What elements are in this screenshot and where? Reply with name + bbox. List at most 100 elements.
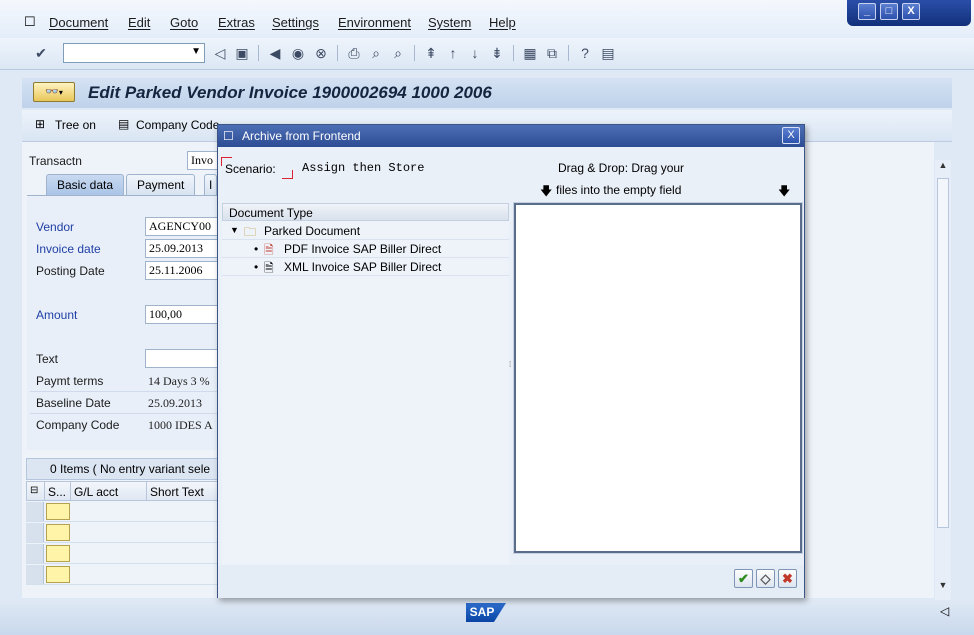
dialog-close-button[interactable]: X bbox=[782, 127, 800, 144]
tab-basic-data[interactable]: Basic data bbox=[46, 174, 125, 196]
tree-item-pdf-invoice[interactable]: • 🗎 PDF Invoice SAP Biller Direct bbox=[222, 240, 509, 258]
find-icon[interactable]: ⌕ bbox=[367, 44, 385, 62]
glasses-icon: 👓 bbox=[45, 86, 59, 98]
save-icon[interactable]: ▣ bbox=[233, 44, 251, 62]
dialog-footer bbox=[218, 565, 804, 598]
cancel-icon[interactable]: ⊗ bbox=[312, 44, 330, 62]
last-page-icon[interactable]: ⇟ bbox=[488, 44, 506, 62]
menu-system[interactable]: System bbox=[428, 15, 471, 30]
pane-splitter[interactable]: ⁞ bbox=[509, 203, 513, 595]
menu-edit[interactable]: Edit bbox=[128, 15, 150, 30]
previous-page-icon[interactable]: ↑ bbox=[444, 44, 462, 62]
toolbar-separator bbox=[337, 45, 338, 61]
row-selector[interactable] bbox=[26, 544, 44, 563]
row-divider bbox=[30, 413, 220, 414]
row-selector[interactable] bbox=[26, 523, 44, 542]
scenario-label: Scenario: bbox=[220, 156, 294, 180]
toolbar-separator bbox=[258, 45, 259, 61]
scroll-up-icon[interactable]: ▲ bbox=[935, 160, 951, 174]
row-status-cell[interactable] bbox=[46, 503, 70, 520]
shortcut-icon[interactable]: ⧉ bbox=[543, 44, 561, 62]
maximize-button[interactable]: □ bbox=[880, 3, 898, 20]
exit-icon[interactable]: ◉ bbox=[289, 44, 307, 62]
expand-triangle-icon[interactable]: ▼ bbox=[230, 225, 239, 235]
table-row[interactable] bbox=[26, 565, 220, 585]
table-row[interactable] bbox=[26, 523, 220, 543]
command-field[interactable]: ▼ bbox=[63, 43, 205, 63]
row-status-cell[interactable] bbox=[46, 524, 70, 541]
posting-date-field[interactable]: 25.11.2006 bbox=[145, 261, 220, 280]
tab-payment[interactable]: Payment bbox=[126, 174, 196, 196]
invoice-date-field[interactable]: 25.09.2013 bbox=[145, 239, 220, 258]
scroll-down-icon[interactable]: ▼ bbox=[935, 580, 951, 594]
menu-help[interactable]: Help bbox=[489, 15, 516, 30]
page-title: Edit Parked Vendor Invoice 1900002694 10… bbox=[88, 83, 492, 102]
row-selector[interactable] bbox=[26, 502, 44, 521]
chevron-down-icon: ▾ bbox=[58, 88, 63, 97]
clear-button[interactable]: ◇ bbox=[756, 569, 775, 588]
amount-label: Amount bbox=[36, 308, 78, 322]
posting-date-label: Posting Date bbox=[36, 264, 105, 278]
menu-settings[interactable]: Settings bbox=[272, 15, 319, 30]
row-divider bbox=[30, 391, 220, 392]
invoice-date-label: Invoice date bbox=[36, 242, 101, 256]
row-status-cell[interactable] bbox=[46, 545, 70, 562]
company-code-button[interactable]: Company Code bbox=[136, 118, 219, 132]
amount-field[interactable]: 100,00 bbox=[145, 305, 220, 324]
menu-extras[interactable]: Extras bbox=[218, 15, 255, 30]
vendor-field[interactable]: AGENCY00 bbox=[145, 217, 220, 236]
grid-col-short-text[interactable]: Short Text bbox=[147, 482, 221, 501]
chevron-down-icon[interactable]: ▼ bbox=[191, 46, 201, 57]
document-file-icon: 🗎 bbox=[264, 261, 274, 275]
cancel-button[interactable]: ✖ bbox=[778, 569, 797, 588]
window-controls: _ □ X bbox=[847, 0, 971, 26]
tree-item-label: PDF Invoice SAP Biller Direct bbox=[284, 242, 442, 256]
tab-details[interactable]: I bbox=[204, 174, 218, 196]
close-window-button[interactable]: X bbox=[902, 3, 920, 20]
grid-col-gl-account[interactable]: G/L acct bbox=[71, 482, 147, 501]
items-grid-header: ⊟ S... G/L acct Short Text bbox=[26, 481, 220, 501]
help-icon[interactable]: ? bbox=[576, 44, 594, 62]
layout-menu-icon[interactable]: ▤ bbox=[599, 44, 617, 62]
text-field[interactable] bbox=[145, 349, 220, 368]
drag-drop-instruction-2: files into the empty field bbox=[556, 183, 682, 197]
file-drop-zone[interactable] bbox=[513, 202, 803, 554]
grid-settings-icon[interactable]: ⊟ bbox=[27, 482, 45, 501]
scroll-thumb[interactable] bbox=[937, 178, 949, 528]
enter-icon[interactable]: ✔ bbox=[32, 44, 50, 62]
menu-goto[interactable]: Goto bbox=[170, 15, 198, 30]
row-selector[interactable] bbox=[26, 565, 44, 584]
new-session-icon[interactable]: ▦ bbox=[521, 44, 539, 62]
tree-item-xml-invoice[interactable]: • 🗎 XML Invoice SAP Biller Direct bbox=[222, 258, 509, 276]
document-type-header[interactable]: Document Type bbox=[222, 203, 509, 221]
grid-col-status[interactable]: S... bbox=[45, 482, 71, 501]
table-row[interactable] bbox=[26, 544, 220, 564]
tree-folder-parked-document[interactable]: ▼ 🗀 Parked Document bbox=[222, 222, 509, 240]
status-collapse-icon[interactable]: ◁ bbox=[940, 604, 949, 618]
row-status-cell[interactable] bbox=[46, 566, 70, 583]
splitter-grip-icon[interactable]: ⁞ bbox=[509, 361, 511, 369]
vertical-scrollbar[interactable]: ▲ ▼ bbox=[935, 160, 951, 600]
back-icon[interactable]: ◀ bbox=[266, 44, 284, 62]
drag-drop-instruction: Drag & Drop: Drag your bbox=[558, 161, 685, 175]
company-code-value: 1000 IDES A bbox=[148, 418, 213, 432]
menu-environment[interactable]: Environment bbox=[338, 15, 411, 30]
menu-document[interactable]: Document bbox=[49, 15, 108, 30]
confirm-button[interactable]: ✔ bbox=[734, 569, 753, 588]
table-row[interactable] bbox=[26, 502, 220, 522]
tree-folder-label: Parked Document bbox=[264, 224, 361, 238]
title-menu-button[interactable]: 👓▾ bbox=[33, 82, 75, 102]
first-page-icon[interactable]: ⇞ bbox=[422, 44, 440, 62]
menu-app-icon[interactable]: ☐ bbox=[24, 14, 36, 30]
text-label: Text bbox=[36, 352, 59, 366]
back-arrow-icon[interactable]: ◁ bbox=[211, 44, 229, 62]
find-next-icon[interactable]: ⌕ bbox=[389, 44, 407, 62]
menu-bar: ☐ Document Edit Goto Extras Settings Env… bbox=[0, 0, 974, 38]
next-page-icon[interactable]: ↓ bbox=[466, 44, 484, 62]
minimize-button[interactable]: _ bbox=[858, 3, 876, 20]
vendor-label: Vendor bbox=[36, 220, 75, 234]
toolbar-separator bbox=[513, 45, 514, 61]
print-icon[interactable]: ⎙ bbox=[345, 44, 363, 62]
scenario-value: Assign then Store bbox=[302, 161, 425, 175]
tree-on-button[interactable]: Tree on bbox=[55, 118, 96, 132]
